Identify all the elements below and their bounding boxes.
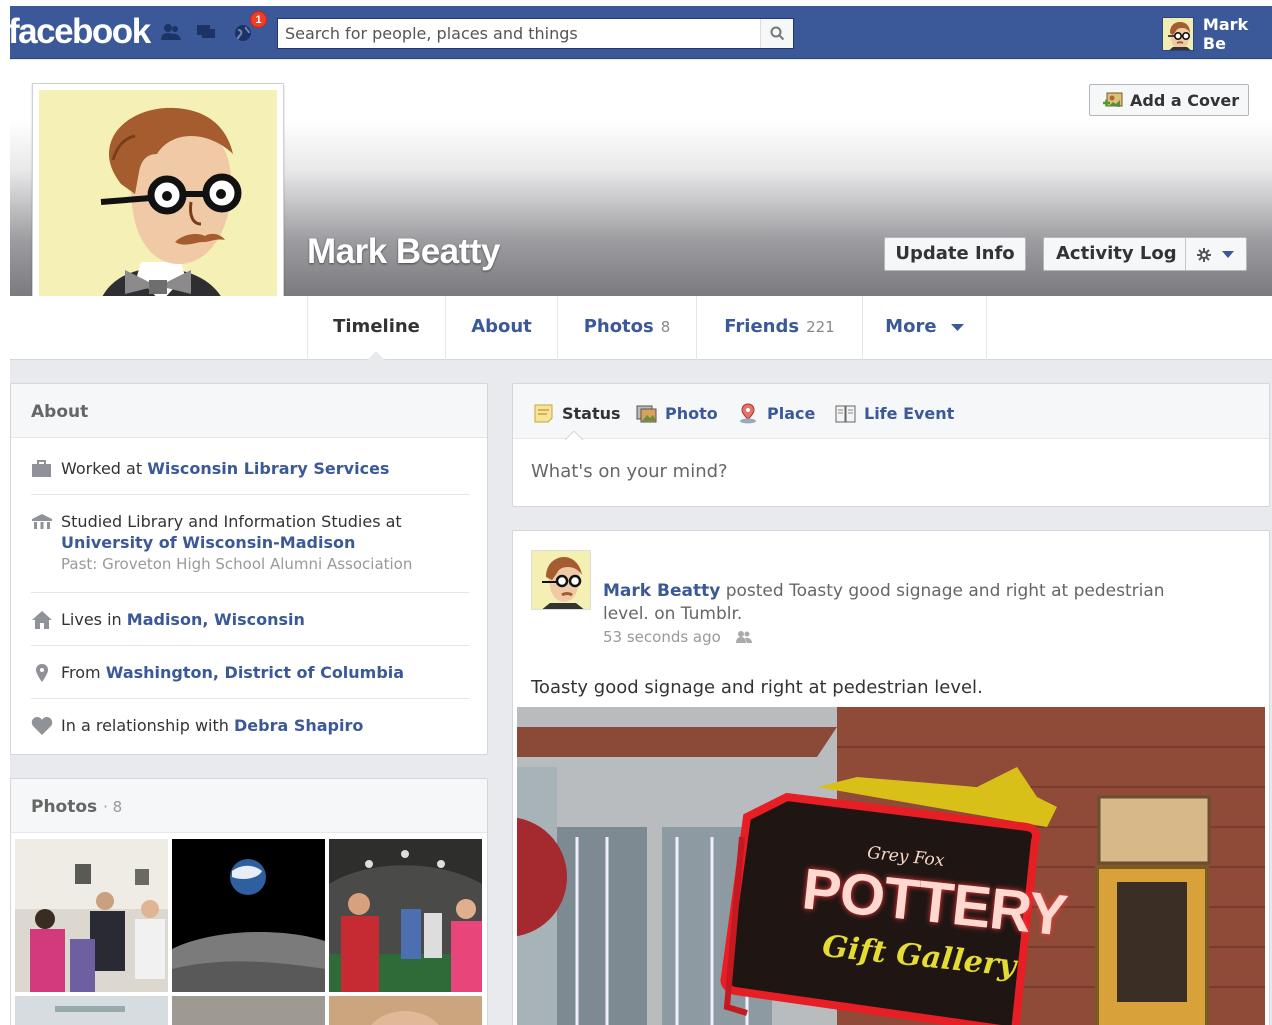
about-study-past: Past: Groveton High School Alumni Associ… (61, 555, 413, 573)
composer-tab-label: Status (562, 404, 621, 423)
about-panel: About Worked at Wisconsin Library Servic… (10, 383, 488, 755)
tab-timeline[interactable]: Timeline (307, 296, 445, 361)
life-event-icon (835, 405, 856, 423)
messages-icon[interactable] (195, 22, 217, 42)
tab-count: 221 (806, 318, 835, 336)
activity-log-label: Activity Log (1056, 243, 1177, 264)
search-input[interactable] (278, 19, 760, 48)
post-author-link[interactable]: Mark Beatty (603, 581, 720, 601)
search-box (277, 18, 794, 49)
work-icon (32, 460, 51, 477)
about-work-prefix: Worked at (61, 459, 148, 478)
divider (31, 645, 469, 646)
divider (31, 592, 469, 593)
school-icon (32, 514, 52, 529)
tab-friends[interactable]: Friends 221 (696, 296, 862, 360)
status-icon (534, 404, 553, 423)
post-photo[interactable]: Grey Fox POTTERY Gift Gallery (517, 707, 1265, 1025)
heart-icon (31, 717, 53, 735)
timeline-post: Mark Beatty posted Toasty good signage a… (512, 530, 1270, 1025)
photos-panel: Photos · 8 (10, 778, 488, 1025)
location-pin-icon (36, 664, 48, 682)
about-lives-prefix: Lives in (61, 610, 127, 629)
profile-illustration (39, 90, 277, 328)
caret-down-icon (950, 324, 964, 331)
audience-icon[interactable] (736, 630, 753, 644)
gear-icon[interactable] (1196, 247, 1212, 263)
photos-panel-title: Photos (31, 797, 98, 817)
photo-thumbnail[interactable] (329, 839, 482, 992)
about-relationship: In a relationship with Debra Shapiro (31, 715, 469, 736)
post-text: Toasty good signage and right at pedestr… (531, 677, 983, 698)
tab-label: Friends (724, 316, 800, 337)
top-bar: facebook 1 Mark Be (10, 6, 1272, 59)
add-cover-icon (1103, 92, 1123, 107)
photo-thumbnail[interactable] (15, 839, 168, 992)
composer-tab-life-event[interactable]: Life Event (835, 403, 954, 424)
profile-name: Mark Beatty (307, 232, 500, 271)
caret-down-icon[interactable] (1221, 251, 1235, 259)
photos-panel-count: · 8 (103, 798, 123, 816)
photo-thumbnail[interactable] (172, 839, 325, 992)
tab-about[interactable]: About (445, 296, 557, 360)
update-info-button[interactable]: Update Info (884, 237, 1026, 271)
globe-icon[interactable] (232, 22, 254, 42)
composer: Status Photo Place Life Event What's on … (512, 383, 1270, 507)
tab-label: More (885, 316, 937, 337)
search-icon (770, 26, 785, 41)
user-menu[interactable]: Mark Be (1162, 14, 1272, 53)
photo-thumbnail[interactable] (15, 996, 168, 1025)
work-link[interactable]: Wisconsin Library Services (147, 459, 389, 478)
divider (31, 494, 469, 495)
about-panel-title: About (11, 384, 487, 438)
composer-tab-label: Life Event (864, 404, 955, 423)
composer-tab-label: Place (767, 404, 816, 423)
tab-photos[interactable]: Photos 8 (557, 296, 696, 360)
photo-icon (636, 405, 657, 423)
tab-label: Timeline (333, 316, 420, 337)
about-lives: Lives in Madison, Wisconsin (31, 609, 469, 630)
tab-count: 8 (660, 318, 671, 336)
post-author-avatar[interactable] (531, 550, 591, 610)
place-icon (740, 403, 756, 424)
post-header: Mark Beatty posted Toasty good signage a… (603, 580, 1193, 649)
activity-log-button[interactable]: Activity Log (1043, 237, 1247, 271)
photo-thumbnail[interactable] (329, 996, 482, 1025)
profile-tabs: Timeline About Photos 8 Friends 221 More (10, 296, 1272, 361)
friends-icon[interactable] (160, 22, 182, 42)
facebook-logo[interactable]: facebook (10, 12, 151, 52)
search-button[interactable] (760, 19, 793, 48)
active-tab-pointer (565, 431, 583, 440)
hometown-link[interactable]: Washington, District of Columbia (106, 663, 404, 682)
composer-tab-place[interactable]: Place (738, 403, 815, 424)
user-avatar (1162, 16, 1194, 51)
about-from: From Washington, District of Columbia (31, 662, 469, 683)
home-icon (32, 611, 52, 629)
composer-tab-photo[interactable]: Photo (636, 403, 718, 424)
facebook-window: facebook 1 Mark Be Add a Cover (10, 6, 1272, 1025)
add-cover-label: Add a Cover (1130, 90, 1240, 110)
tab-label: About (471, 316, 532, 337)
composer-tab-status[interactable]: Status (533, 403, 621, 424)
lives-link[interactable]: Madison, Wisconsin (127, 610, 305, 629)
about-from-prefix: From (61, 663, 106, 682)
about-study-prefix: Studied Library and Information Studies … (61, 512, 402, 531)
divider (31, 698, 469, 699)
about-education: Studied Library and Information Studies … (31, 511, 469, 575)
active-tab-pointer (366, 351, 386, 361)
about-work: Worked at Wisconsin Library Services (31, 458, 469, 479)
school-link[interactable]: University of Wisconsin-Madison (61, 533, 355, 552)
add-cover-button[interactable]: Add a Cover (1089, 84, 1249, 116)
composer-tab-label: Photo (665, 404, 718, 423)
notification-badge[interactable]: 1 (250, 11, 267, 28)
tab-more[interactable]: More (862, 296, 987, 360)
photos-panel-header[interactable]: Photos · 8 (11, 779, 487, 833)
status-input[interactable]: What's on your mind? (531, 461, 728, 482)
photo-thumbnail[interactable] (172, 996, 325, 1025)
user-name: Mark Be (1202, 14, 1249, 53)
partner-link[interactable]: Debra Shapiro (234, 716, 363, 735)
about-rel-prefix: In a relationship with (61, 716, 234, 735)
tab-label: Photos (583, 316, 654, 337)
post-timestamp[interactable]: 53 seconds ago (603, 628, 721, 646)
